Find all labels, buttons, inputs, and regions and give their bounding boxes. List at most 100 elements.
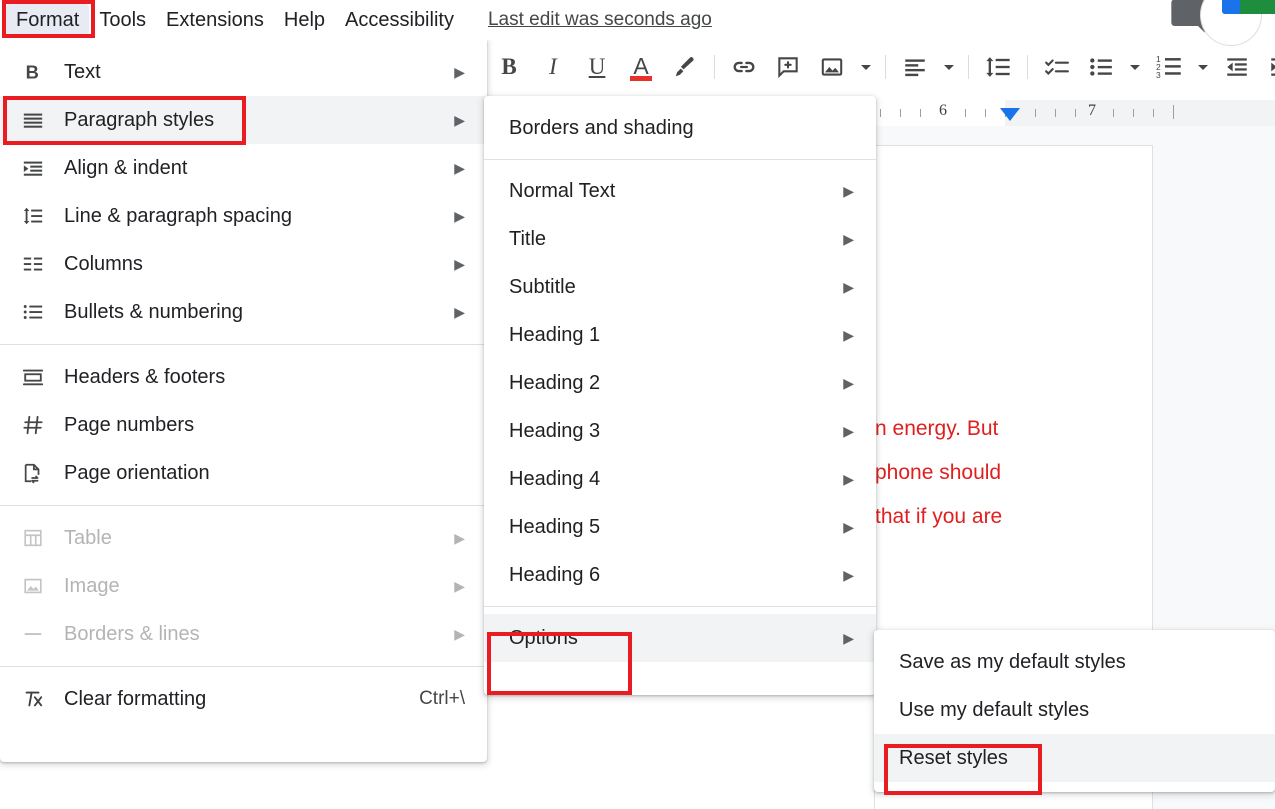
- menu-item-label: Subtitle: [509, 275, 576, 298]
- italic-button[interactable]: I: [536, 50, 570, 84]
- format-menu-item-bullets-numbering[interactable]: Bullets & numbering ▶: [0, 288, 487, 336]
- numbered-list-dropdown-button[interactable]: [1193, 50, 1213, 84]
- insert-image-button[interactable]: [815, 50, 849, 84]
- add-comment-button[interactable]: [771, 50, 805, 84]
- line-spacing-icon: [986, 56, 1010, 77]
- text-color-button[interactable]: A: [624, 50, 658, 84]
- menu-divider: [484, 159, 876, 160]
- menu-item-label: Heading 3: [509, 419, 601, 442]
- menubar-item-accessibility[interactable]: Accessibility: [335, 4, 464, 36]
- submenu-item-subtitle[interactable]: Subtitle ▶: [484, 263, 876, 311]
- submenu-arrow-icon: ▶: [843, 279, 854, 295]
- submenu-arrow-icon: ▶: [454, 112, 465, 128]
- ruler-tick: [985, 109, 986, 117]
- align-button[interactable]: [898, 50, 932, 84]
- options-item-reset-styles[interactable]: Reset styles: [874, 734, 1275, 782]
- document-text-line: n energy. But: [875, 417, 999, 440]
- ruler-tick: [1055, 109, 1056, 117]
- menubar-item-help[interactable]: Help: [274, 4, 335, 36]
- submenu-arrow-icon: ▶: [843, 630, 854, 646]
- decrease-indent-button[interactable]: [1220, 50, 1254, 84]
- bulleted-list-icon: [1090, 57, 1112, 76]
- submenu-item-normal-text[interactable]: Normal Text ▶: [484, 167, 876, 215]
- document-text-line: phone should: [875, 461, 1002, 484]
- menu-item-label: Borders and shading: [509, 116, 694, 139]
- ruler-tick: [900, 109, 901, 117]
- numbered-list-button[interactable]: 1 2 3: [1152, 50, 1186, 84]
- submenu-arrow-icon: ▶: [843, 375, 854, 391]
- format-menu-item-page-numbers[interactable]: Page numbers: [0, 401, 487, 449]
- toolbar-separator: [885, 54, 886, 79]
- menu-item-label: Table: [64, 526, 112, 549]
- clear-formatting-icon: [22, 688, 50, 710]
- menu-item-label: Heading 4: [509, 467, 601, 490]
- add-comment-icon: [778, 56, 798, 78]
- menu-bar: Format Tools Extensions Help Accessibili…: [0, 0, 1275, 40]
- last-edit-status[interactable]: Last edit was seconds ago: [488, 9, 712, 31]
- format-menu-item-borders-lines: Borders & lines ▶: [0, 610, 487, 658]
- format-menu-item-page-orientation[interactable]: Page orientation: [0, 449, 487, 497]
- submenu-item-heading-1[interactable]: Heading 1 ▶: [484, 311, 876, 359]
- bulleted-list-button[interactable]: [1084, 50, 1118, 84]
- menubar-item-tools[interactable]: Tools: [89, 4, 156, 36]
- submenu-item-borders-and-shading[interactable]: Borders and shading: [484, 104, 876, 152]
- svg-text:3: 3: [1156, 70, 1161, 80]
- line-spacing-button[interactable]: [981, 50, 1015, 84]
- checklist-icon: [1045, 58, 1069, 75]
- format-menu-item-columns[interactable]: Columns ▶: [0, 240, 487, 288]
- paragraph-styles-submenu: Borders and shading Normal Text ▶ Title …: [484, 96, 876, 695]
- format-menu-item-align-indent[interactable]: Align & indent ▶: [0, 144, 487, 192]
- submenu-arrow-icon: ▶: [843, 423, 854, 439]
- submenu-item-heading-3[interactable]: Heading 3 ▶: [484, 407, 876, 455]
- menu-item-label: Reset styles: [899, 746, 1008, 769]
- increase-indent-button[interactable]: [1264, 50, 1275, 84]
- submenu-arrow-icon: ▶: [843, 327, 854, 343]
- bulleted-list-dropdown-button[interactable]: [1125, 50, 1145, 84]
- ruler-tick: [1113, 109, 1114, 117]
- format-menu-item-text[interactable]: B Text ▶: [0, 48, 487, 96]
- align-dropdown-button[interactable]: [939, 50, 959, 84]
- highlight-color-button[interactable]: [668, 50, 702, 84]
- menu-top-padding: [484, 96, 876, 104]
- left-indent-marker[interactable]: [1000, 108, 1020, 121]
- ruler-tick: [965, 109, 966, 117]
- submenu-item-title[interactable]: Title ▶: [484, 215, 876, 263]
- highlight-pen-icon: [675, 56, 694, 76]
- toolbar-separator: [968, 54, 969, 79]
- submenu-arrow-icon: ▶: [843, 231, 854, 247]
- underline-button[interactable]: U: [580, 50, 614, 84]
- insert-link-button[interactable]: [727, 50, 761, 84]
- menubar-item-extensions[interactable]: Extensions: [156, 4, 274, 36]
- submenu-item-heading-5[interactable]: Heading 5 ▶: [484, 503, 876, 551]
- submenu-item-heading-6[interactable]: Heading 6 ▶: [484, 551, 876, 599]
- google-docs-window: Format Tools Extensions Help Accessibili…: [0, 0, 1275, 809]
- submenu-item-heading-4[interactable]: Heading 4 ▶: [484, 455, 876, 503]
- submenu-arrow-icon: ▶: [454, 530, 465, 546]
- options-item-use-my-default-styles[interactable]: Use my default styles: [874, 686, 1275, 734]
- format-menu-item-line-paragraph-spacing[interactable]: Line & paragraph spacing ▶: [0, 192, 487, 240]
- menu-item-label: Heading 1: [509, 323, 601, 346]
- format-menu-item-paragraph-styles[interactable]: Paragraph styles ▶: [0, 96, 487, 144]
- menu-item-label: Heading 6: [509, 563, 601, 586]
- format-menu-item-headers-footers[interactable]: Headers & footers: [0, 353, 487, 401]
- underline-icon: U: [588, 53, 606, 79]
- submenu-arrow-icon: ▶: [454, 64, 465, 80]
- menubar-item-format[interactable]: Format: [6, 4, 90, 36]
- format-menu-item-image: Image ▶: [0, 562, 487, 610]
- format-dropdown-menu: B Text ▶ Paragraph styles ▶ Align & inde…: [0, 40, 487, 762]
- bold-button[interactable]: B: [492, 50, 526, 84]
- format-menu-item-clear-formatting[interactable]: Clear formatting Ctrl+\: [0, 675, 487, 723]
- menu-item-label: Align & indent: [64, 156, 188, 179]
- horizontal-ruler[interactable]: 6 7: [875, 100, 1275, 126]
- headers-footers-icon: [22, 366, 50, 388]
- options-item-save-as-my-default-styles[interactable]: Save as my default styles: [874, 638, 1275, 686]
- menu-item-label: Paragraph styles: [64, 108, 215, 131]
- submenu-arrow-icon: ▶: [454, 626, 465, 642]
- chevron-down-icon: [861, 64, 871, 70]
- submenu-item-heading-2[interactable]: Heading 2 ▶: [484, 359, 876, 407]
- image-dropdown-button[interactable]: [856, 50, 876, 84]
- chevron-down-icon: [1198, 64, 1208, 70]
- submenu-item-options[interactable]: Options ▶: [484, 614, 876, 662]
- menu-item-label: Heading 2: [509, 371, 601, 394]
- checklist-button[interactable]: [1040, 50, 1074, 84]
